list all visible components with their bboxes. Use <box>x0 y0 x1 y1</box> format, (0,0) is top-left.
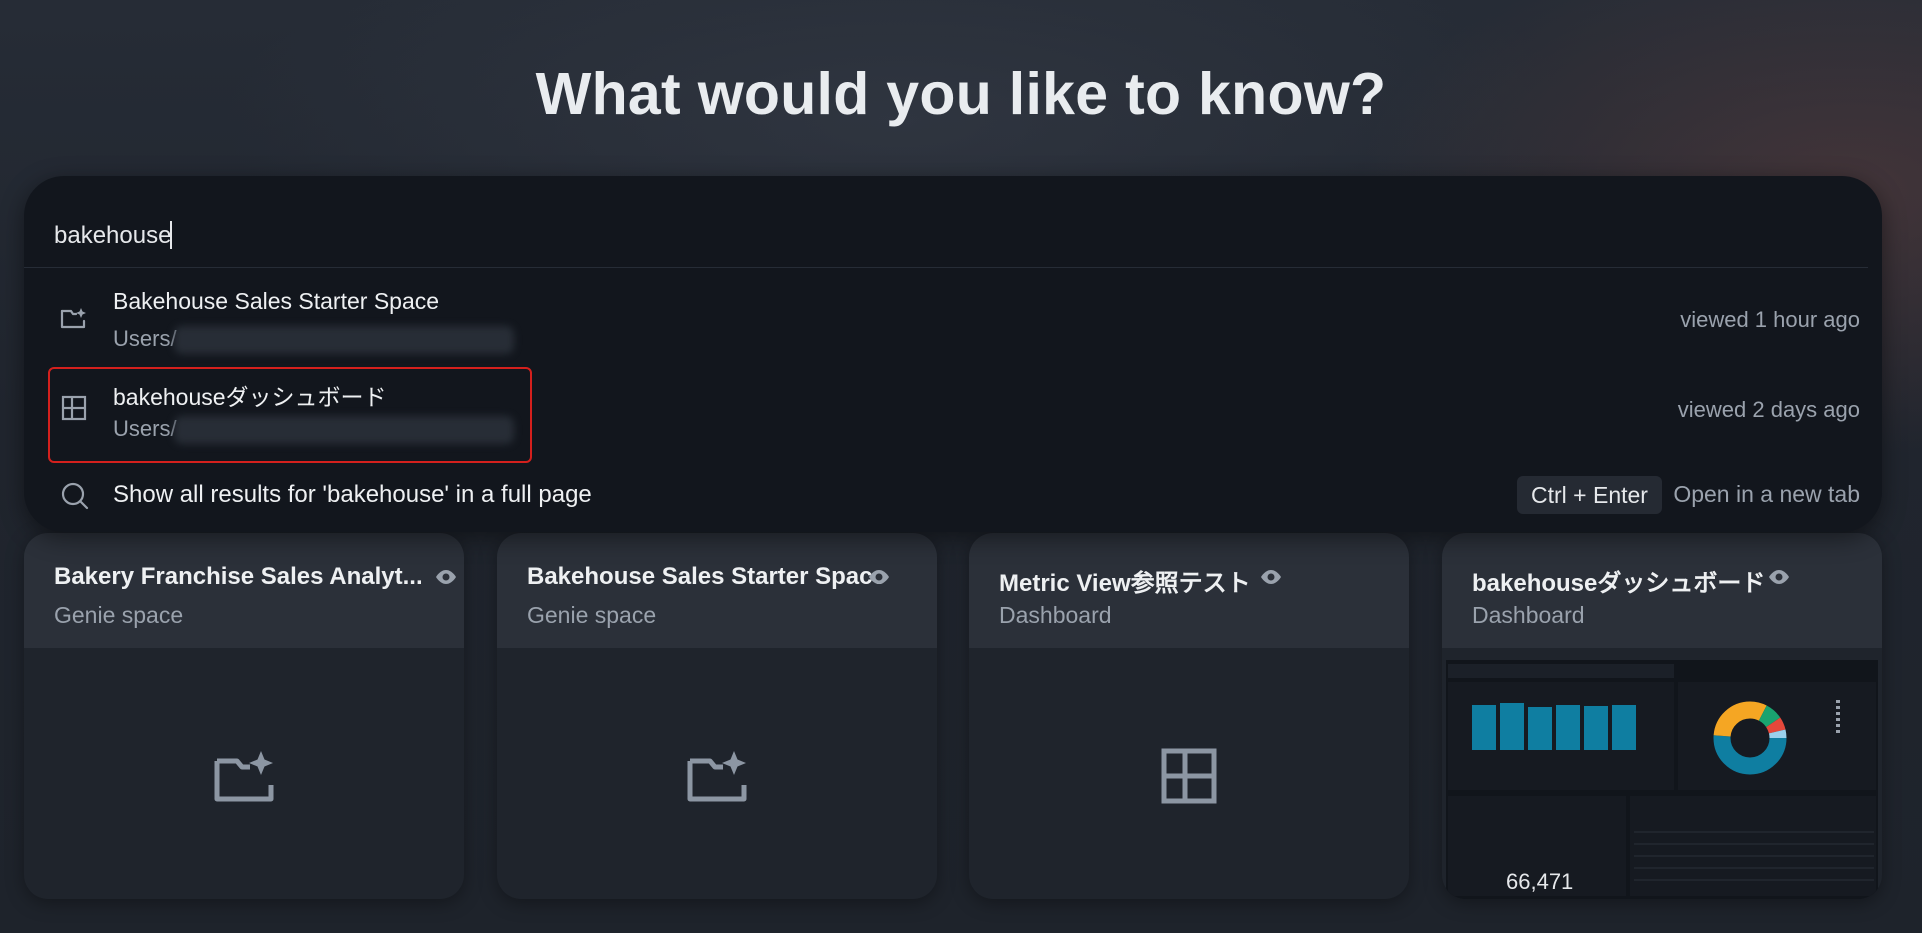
result-path: Users/ <box>113 326 177 351</box>
recent-card[interactable]: bakehouseダッシュボード Dashboard 66,471 <box>1442 533 1882 899</box>
result-viewed-time: viewed 1 hour ago <box>1680 307 1860 332</box>
result-viewed-time: viewed 2 days ago <box>1677 397 1860 422</box>
genie-space-icon <box>687 751 747 802</box>
search-icon <box>61 482 89 510</box>
result-title: bakehouseダッシュボード <box>113 384 387 410</box>
card-type: Dashboard <box>999 602 1112 628</box>
text-caret <box>170 221 172 249</box>
search-result-item[interactable]: Bakehouse Sales Starter Space Users/ vie… <box>24 274 1882 362</box>
eye-icon <box>869 570 889 584</box>
show-all-label: Show all results for 'bakehouse' in a fu… <box>113 481 592 508</box>
card-type: Dashboard <box>1472 602 1585 628</box>
dashboard-icon <box>61 395 87 421</box>
result-title: Bakehouse Sales Starter Space <box>113 288 440 314</box>
card-title: Bakery Franchise Sales Analyt... <box>54 563 423 590</box>
card-type: Genie space <box>527 602 657 628</box>
genie-space-icon <box>214 751 274 802</box>
recent-card[interactable]: Bakehouse Sales Starter Space Genie spac… <box>497 533 937 899</box>
search-input[interactable] <box>54 218 1754 254</box>
eye-icon <box>1261 570 1281 584</box>
keyboard-shortcut: Ctrl + Enter <box>1517 476 1662 514</box>
card-title: Metric View参照テスト <box>999 570 1251 597</box>
dashboard-thumbnail: 66,471 <box>1446 660 1878 899</box>
redacted-path <box>174 416 514 444</box>
search-panel: Bakehouse Sales Starter Space Users/ vie… <box>24 176 1882 532</box>
redacted-path <box>174 326 514 354</box>
search-result-item[interactable]: bakehouseダッシュボード Users/ viewed 2 days ag… <box>24 364 1882 452</box>
thumbnail-graphic <box>1446 660 1878 899</box>
open-new-tab-hint: Open in a new tab <box>1673 481 1860 507</box>
card-type: Genie space <box>54 602 184 628</box>
result-path: Users/ <box>113 416 177 441</box>
recent-card[interactable]: Bakery Franchise Sales Analyt... Genie s… <box>24 533 464 899</box>
recent-card[interactable]: Metric View参照テスト Dashboard <box>969 533 1409 899</box>
card-title: bakehouseダッシュボード <box>1472 570 1766 597</box>
show-all-results[interactable]: Show all results for 'bakehouse' in a fu… <box>24 470 1882 520</box>
genie-space-icon <box>60 308 86 329</box>
eye-icon <box>436 570 456 584</box>
card-title: Bakehouse Sales Starter Space <box>527 563 886 590</box>
divider <box>24 267 1868 268</box>
thumbnail-counter: 66,471 <box>1506 869 1574 894</box>
dashboard-icon <box>1161 748 1217 804</box>
eye-icon <box>1769 570 1789 584</box>
page-heading: What would you like to know? <box>535 61 1387 127</box>
